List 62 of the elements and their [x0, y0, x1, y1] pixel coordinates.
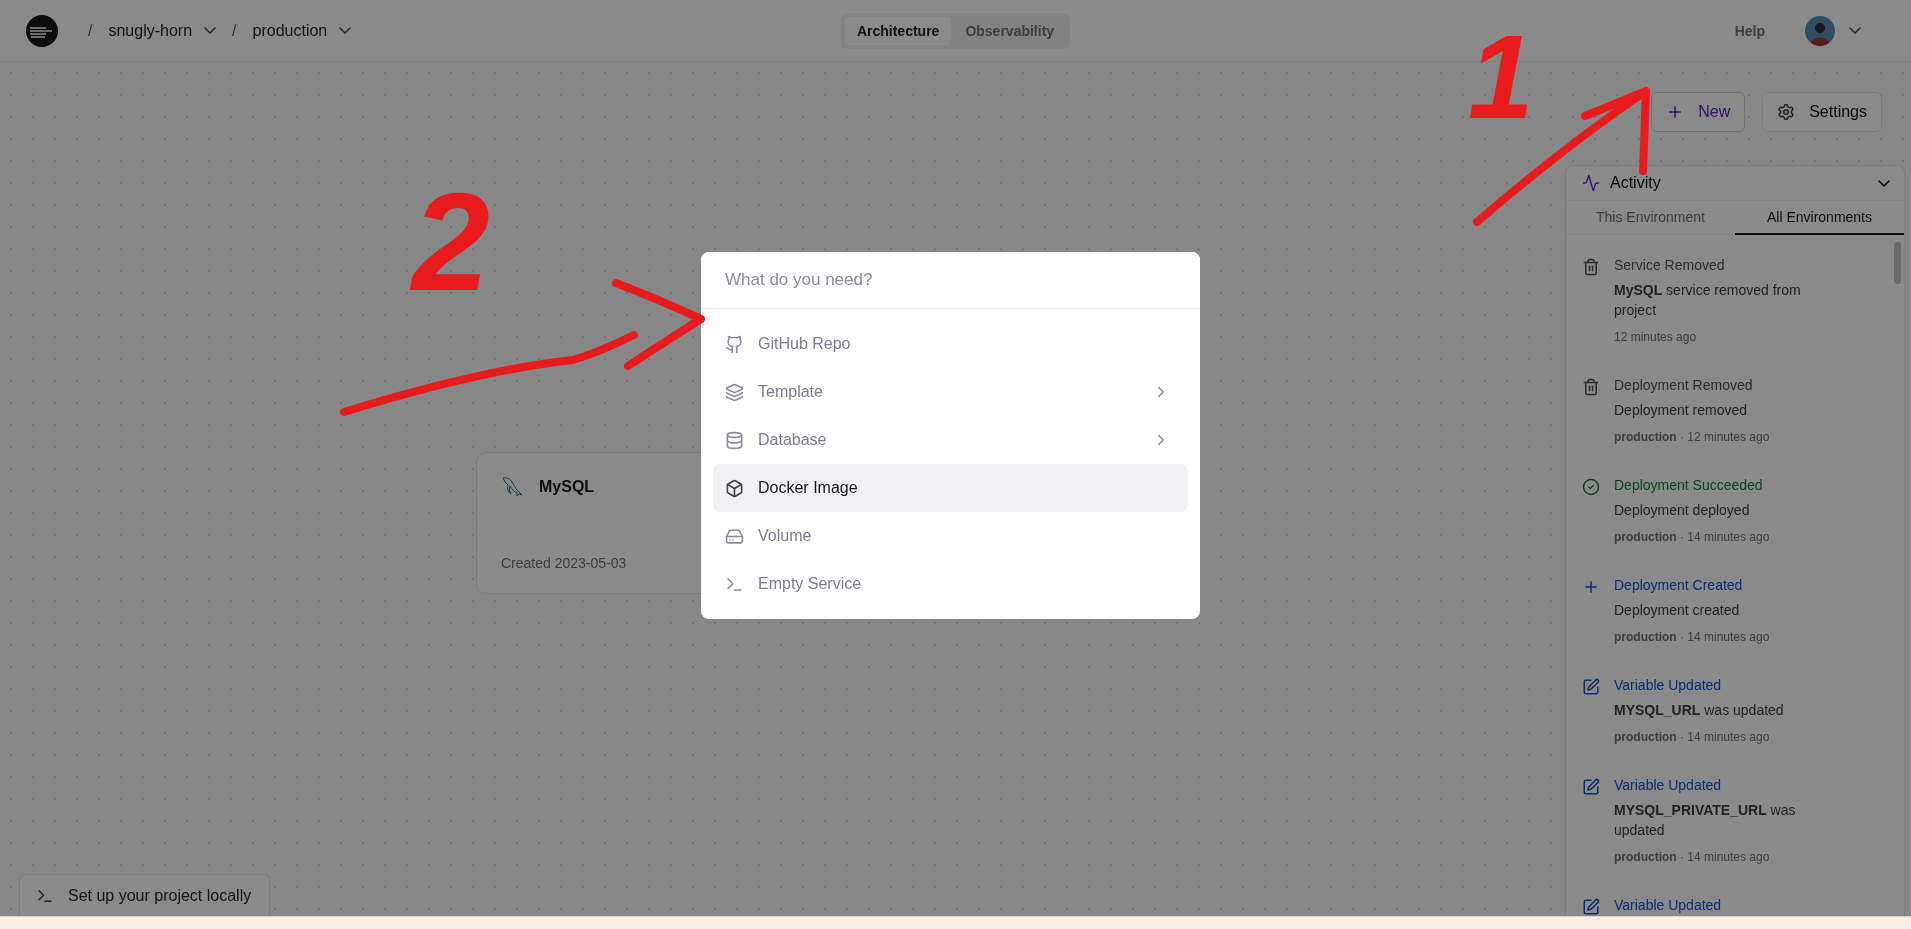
edit-icon: [1582, 678, 1600, 696]
settings-button[interactable]: Settings: [1762, 92, 1882, 132]
panel-title: Activity: [1610, 174, 1662, 192]
activity-description: MYSQL_PRIVATE_URL was updated: [1614, 801, 1797, 840]
activity-title: Deployment Removed: [1614, 377, 1754, 393]
activity-meta: production · 12 minutes ago: [1614, 430, 1770, 444]
help-link[interactable]: Help: [1734, 22, 1765, 39]
activity-title: Variable Updated: [1614, 777, 1723, 793]
activity-meta: production · 14 minutes ago: [1614, 530, 1770, 544]
activity-meta: 12 minutes ago: [1614, 330, 1698, 344]
dolphin-icon: [501, 475, 525, 499]
search-field[interactable]: What do you need?: [701, 252, 1200, 309]
activity-description: Deployment removed: [1614, 401, 1749, 420]
chevron-down-icon[interactable]: [1849, 27, 1861, 34]
pulse-icon: [1582, 174, 1600, 192]
menu-item-icon: [725, 334, 744, 354]
logo[interactable]: [26, 14, 58, 47]
activity-title: Deployment Succeeded: [1614, 477, 1764, 493]
activity-description: Deployment created: [1614, 601, 1741, 620]
activity-title: Deployment Created: [1614, 577, 1744, 593]
breadcrumb-dropdown[interactable]: production: [252, 21, 352, 40]
chevron-down-icon: [204, 27, 217, 34]
menu-item[interactable]: Template: [713, 368, 1188, 416]
setup-locally-button[interactable]: Set up your project locally: [19, 874, 271, 916]
menu-item-icon: [725, 382, 744, 402]
activity-meta: production · 14 minutes ago: [1614, 850, 1771, 864]
annotation-number: 2: [412, 172, 490, 312]
menu-item-icon: [725, 526, 744, 546]
menu-item-icon: [725, 478, 744, 498]
view-tab[interactable]: Observability: [953, 16, 1067, 45]
environment-tab[interactable]: All Environments: [1735, 201, 1904, 235]
activity-title: Variable Updated: [1614, 677, 1723, 693]
created-date: Created 2023-05-03: [501, 555, 628, 571]
menu-item-icon: [725, 430, 744, 450]
activity-meta: production · 14 minutes ago: [1614, 630, 1770, 644]
menu-item[interactable]: GitHub Repo: [713, 320, 1188, 368]
activity-description: Deployment deployed: [1614, 501, 1751, 520]
chevron-down-icon: [339, 27, 352, 34]
environment-tab[interactable]: This Environment: [1566, 201, 1735, 235]
activity-title: Service Removed: [1614, 257, 1726, 273]
breadcrumb-dropdown[interactable]: snugly-horn: [108, 21, 217, 40]
trash-icon: [1582, 258, 1600, 276]
service-name: MySQL: [539, 478, 595, 496]
activity-title: Variable Updated: [1614, 897, 1722, 913]
scrollbar-thumb[interactable]: [1894, 242, 1901, 284]
settings-icon: [1777, 103, 1796, 121]
breadcrumb-separator: /: [232, 21, 237, 40]
avatar[interactable]: [1805, 15, 1835, 46]
breadcrumb-separator: /: [88, 21, 93, 40]
new-button[interactable]: New: [1651, 92, 1746, 132]
activity-description: MYSQL_URL was updated: [1614, 701, 1784, 720]
trash-icon: [1582, 378, 1600, 396]
check-circle-icon: [1582, 478, 1600, 496]
menu-item[interactable]: Docker Image: [713, 464, 1188, 512]
chevron-down-icon[interactable]: [1878, 179, 1890, 187]
edit-icon: [1582, 898, 1600, 916]
plus-icon: [1582, 578, 1600, 596]
activity-description: MySQL service removed from project: [1614, 281, 1802, 320]
view-tab[interactable]: Architecture: [844, 16, 952, 45]
activity-meta: production · 14 minutes ago: [1614, 730, 1771, 744]
annotation-number: 1: [1468, 18, 1534, 136]
edit-icon: [1582, 778, 1600, 796]
